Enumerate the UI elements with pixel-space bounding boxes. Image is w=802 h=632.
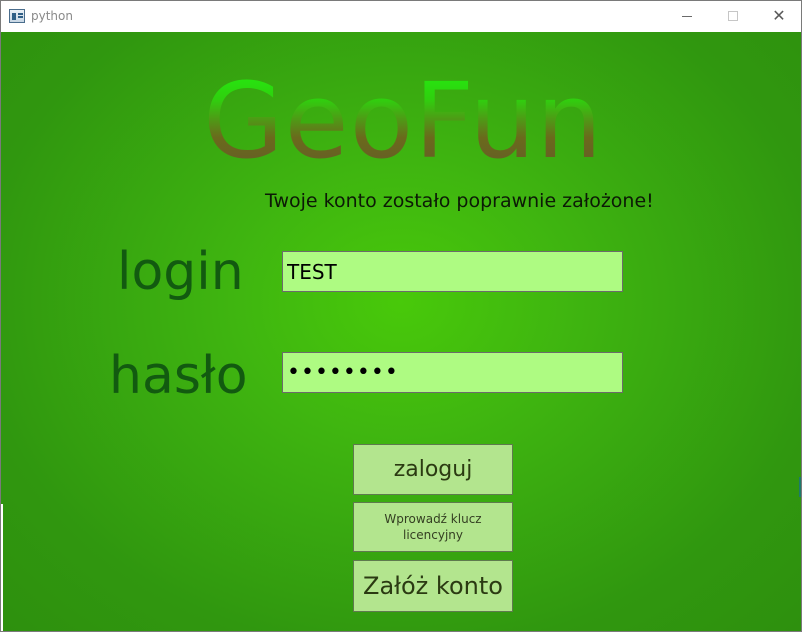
window-title: python bbox=[31, 9, 73, 23]
password-input[interactable] bbox=[282, 352, 623, 393]
password-label: hasło bbox=[109, 346, 248, 406]
title-bar[interactable]: python ✕ bbox=[1, 1, 801, 32]
client-area: GeoFun Twoje konto zostało poprawnie zał… bbox=[1, 32, 801, 631]
close-icon: ✕ bbox=[772, 6, 786, 25]
status-message: Twoje konto zostało poprawnie założone! bbox=[265, 190, 654, 212]
app-window: python ✕ GeoFun Twoje konto zostało popr… bbox=[0, 0, 802, 632]
maximize-button[interactable] bbox=[710, 1, 756, 31]
maximize-icon bbox=[728, 11, 738, 21]
background-edge bbox=[1, 504, 3, 631]
login-input[interactable] bbox=[282, 251, 623, 292]
minimize-icon bbox=[682, 15, 692, 17]
close-button[interactable]: ✕ bbox=[756, 1, 801, 31]
background-edge-right bbox=[799, 477, 801, 497]
minimize-button[interactable] bbox=[664, 1, 710, 31]
register-button[interactable]: Załóż konto bbox=[353, 560, 513, 612]
geofun-logo: GeoFun bbox=[203, 60, 604, 182]
license-key-button[interactable]: Wprowadź klucz licencyjny bbox=[353, 502, 513, 552]
login-button[interactable]: zaloguj bbox=[353, 444, 513, 495]
login-label: login bbox=[117, 242, 244, 302]
python-app-icon bbox=[9, 9, 25, 23]
